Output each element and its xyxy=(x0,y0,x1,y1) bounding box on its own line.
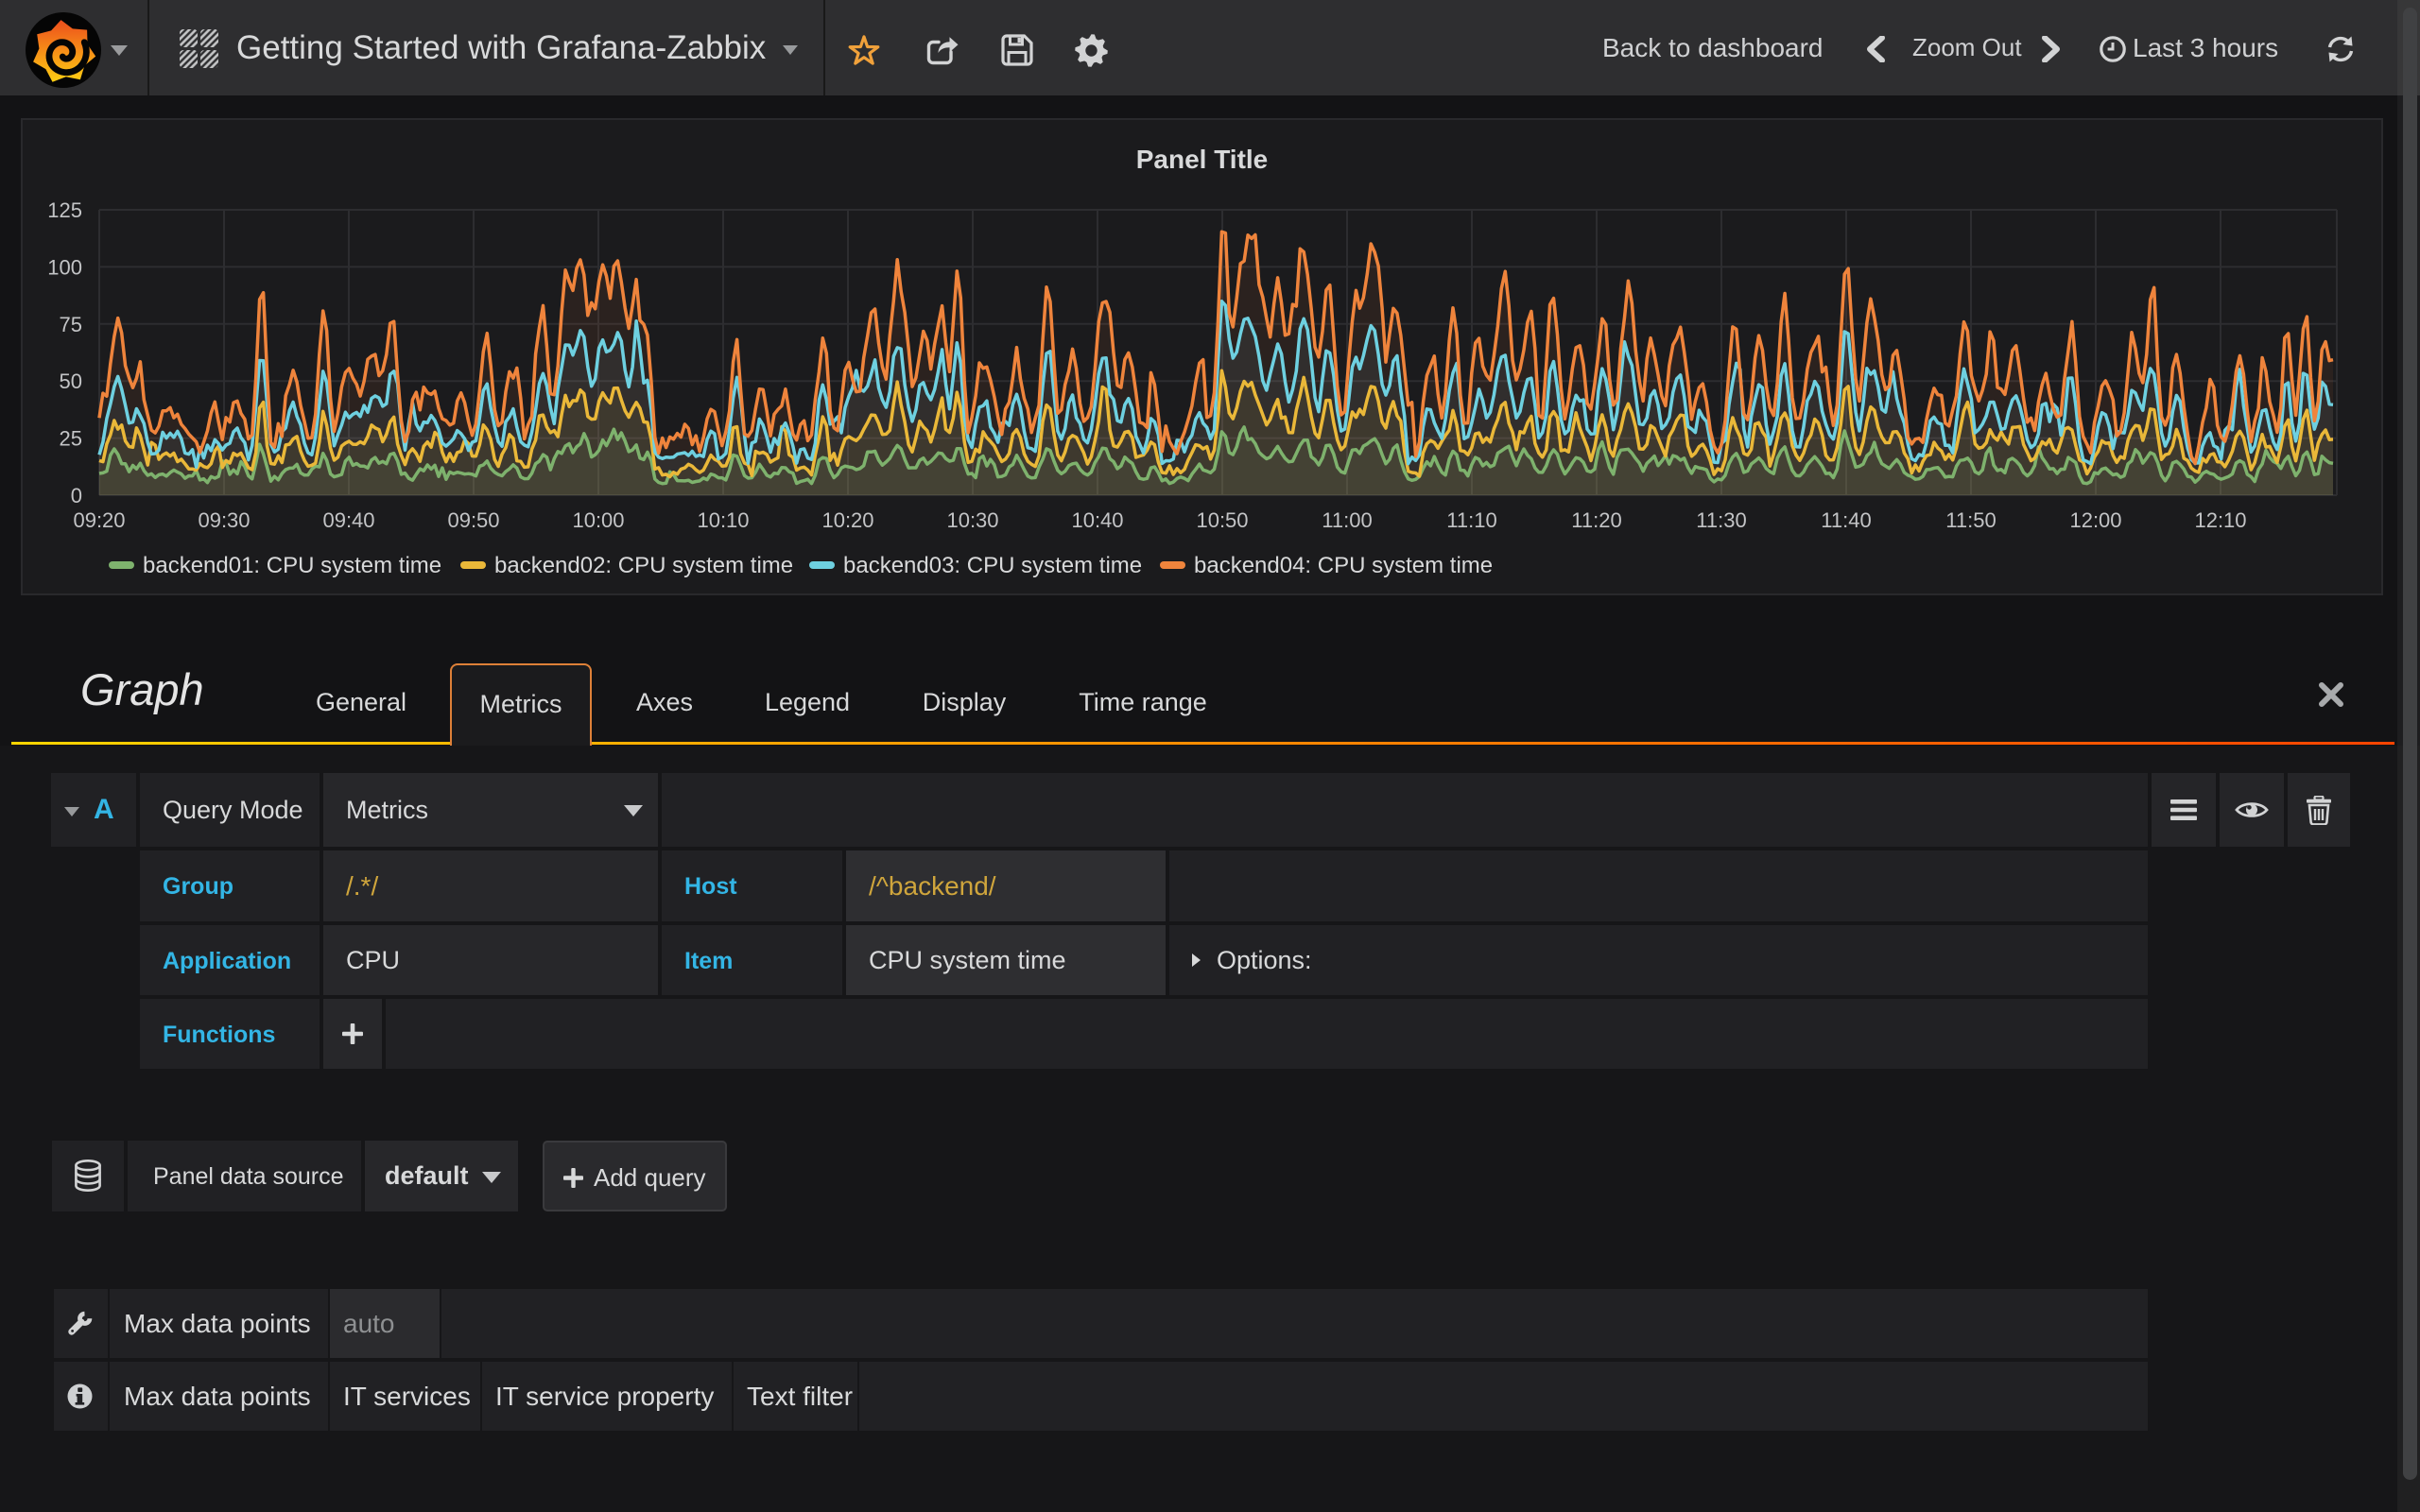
svg-text:12:10: 12:10 xyxy=(2194,508,2246,532)
svg-text:backend01: CPU system time: backend01: CPU system time xyxy=(143,553,441,578)
svg-text:backend04: CPU system time: backend04: CPU system time xyxy=(1194,553,1493,578)
svg-text:12:00: 12:00 xyxy=(2069,508,2121,532)
svg-text:0: 0 xyxy=(71,484,82,507)
svg-text:11:00: 11:00 xyxy=(1322,508,1372,532)
svg-text:10:30: 10:30 xyxy=(946,508,998,532)
svg-text:11:40: 11:40 xyxy=(1821,508,1871,532)
svg-text:11:50: 11:50 xyxy=(1945,508,1996,532)
svg-text:11:10: 11:10 xyxy=(1446,508,1496,532)
svg-text:10:40: 10:40 xyxy=(1071,508,1123,532)
svg-text:125: 125 xyxy=(47,198,82,222)
svg-text:09:40: 09:40 xyxy=(322,508,374,532)
svg-text:10:20: 10:20 xyxy=(821,508,873,532)
svg-text:10:10: 10:10 xyxy=(697,508,749,532)
svg-text:75: 75 xyxy=(60,313,82,336)
svg-text:backend03: CPU system time: backend03: CPU system time xyxy=(843,553,1142,578)
svg-text:100: 100 xyxy=(47,255,82,279)
svg-text:25: 25 xyxy=(60,427,82,451)
svg-text:50: 50 xyxy=(60,369,82,393)
svg-text:11:20: 11:20 xyxy=(1571,508,1621,532)
svg-text:11:30: 11:30 xyxy=(1696,508,1746,532)
svg-text:09:20: 09:20 xyxy=(73,508,125,532)
svg-text:10:50: 10:50 xyxy=(1196,508,1248,532)
svg-text:09:30: 09:30 xyxy=(198,508,250,532)
svg-text:10:00: 10:00 xyxy=(572,508,624,532)
svg-text:backend02: CPU system time: backend02: CPU system time xyxy=(494,553,793,578)
svg-text:09:50: 09:50 xyxy=(447,508,499,532)
